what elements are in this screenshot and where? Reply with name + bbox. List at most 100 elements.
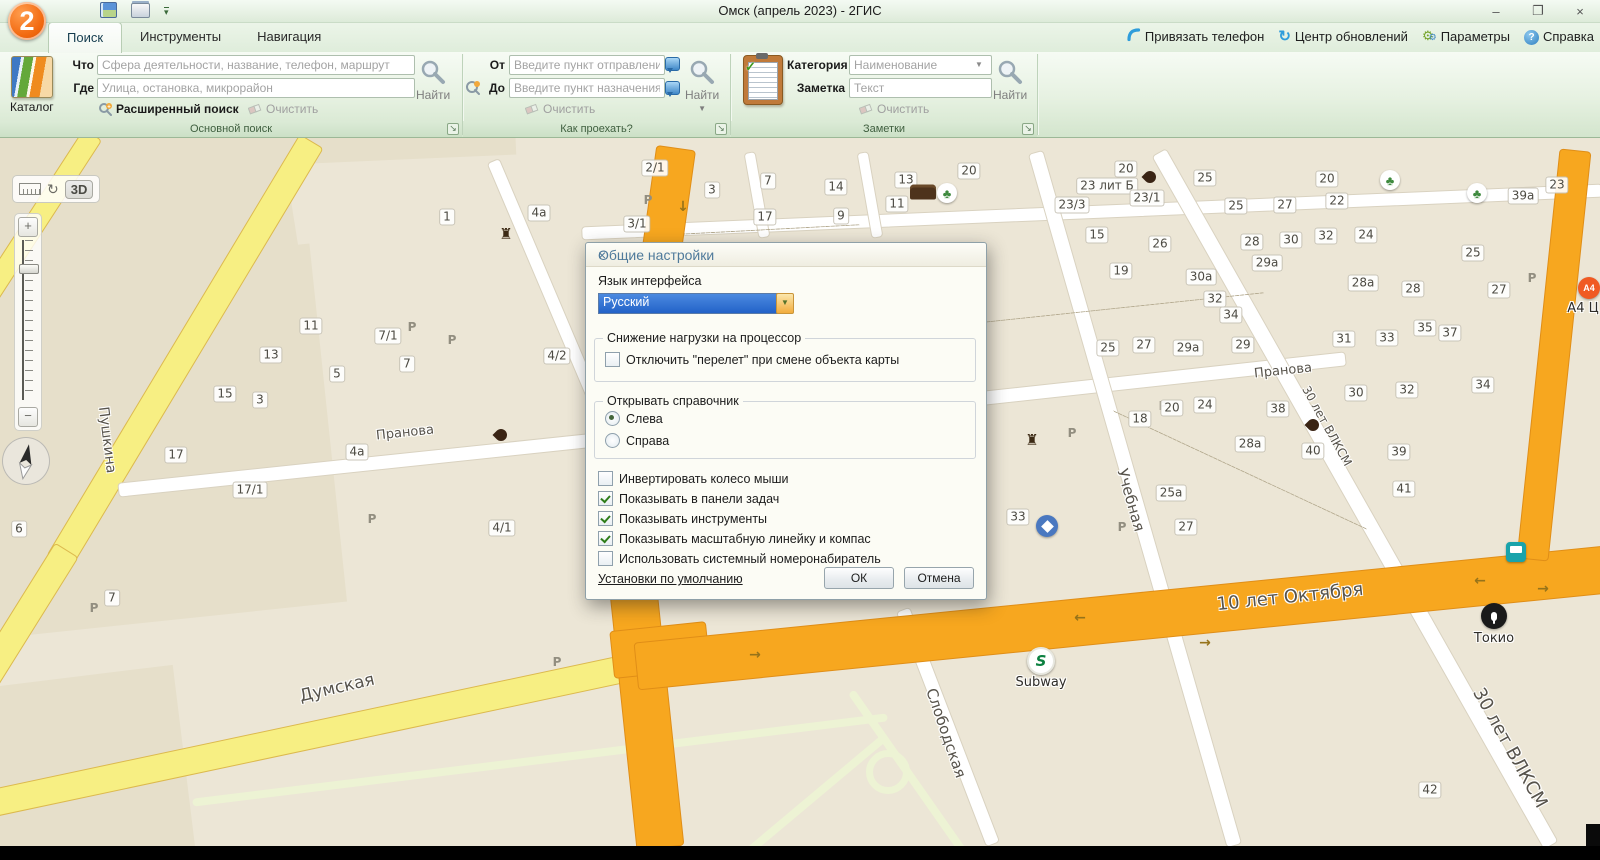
building-number: 32 — [1203, 290, 1227, 308]
category-combo[interactable] — [849, 55, 992, 75]
building-number: 4/1 — [488, 519, 516, 537]
to-input[interactable] — [509, 78, 665, 98]
language-dropdown-icon[interactable]: ▼ — [776, 293, 794, 314]
building-number: 17/1 — [232, 481, 268, 499]
dialog-checkbox[interactable]: Использовать системный номеронабиратель — [598, 551, 881, 566]
to-map-pin-icon[interactable] — [665, 81, 680, 97]
bus-stop-icon — [1506, 542, 1526, 562]
dialog-checkbox[interactable]: Показывать в панели задач — [598, 491, 779, 506]
cancel-button[interactable]: Отмена — [904, 567, 974, 589]
top-link-phone[interactable]: Привязать телефон — [1126, 27, 1264, 45]
find-dropdown-icon[interactable]: ▼ — [698, 104, 706, 113]
where-input[interactable] — [97, 78, 415, 98]
building-number: 9 — [833, 207, 849, 225]
find-button-route[interactable]: Найти ▼ — [685, 58, 719, 113]
find-button-notes[interactable]: Найти — [993, 58, 1027, 102]
zoom-out-button[interactable]: − — [18, 407, 38, 427]
disable-flyover-checkbox[interactable]: Отключить "перелет" при смене объекта ка… — [605, 352, 899, 367]
dialog-launcher-route[interactable]: ↘ — [715, 123, 727, 135]
top-link-refresh[interactable]: ↻ Центр обновлений — [1278, 29, 1408, 44]
radio-icon — [605, 433, 620, 448]
ruler-icon[interactable] — [19, 183, 41, 195]
building-number: 30 — [1279, 231, 1303, 249]
screen-edge — [0, 846, 1600, 860]
category-dropdown-icon[interactable]: ▼ — [975, 60, 983, 69]
tokio-poi-icon[interactable] — [1481, 603, 1507, 629]
note-input[interactable] — [849, 78, 992, 98]
dialog-checkbox[interactable]: Инвертировать колесо мыши — [598, 471, 788, 486]
group-notes: ✓ Категория ▼ Заметка Очистить Найти Зам… — [731, 52, 1037, 137]
lane-arrow-icon: → — [1199, 635, 1211, 651]
building-number: 37 — [1438, 324, 1462, 342]
monument-icon: ♜ — [1025, 432, 1039, 449]
defaults-link[interactable]: Установки по умолчанию — [598, 572, 743, 586]
open-left-radio[interactable]: Слева — [605, 411, 663, 426]
building-number: 20 — [957, 162, 981, 180]
building-number: 42 — [1418, 781, 1442, 799]
find-button-main[interactable]: Найти — [416, 58, 450, 102]
zoom-in-button[interactable]: + — [18, 217, 38, 237]
tab-Инструменты[interactable]: Инструменты — [122, 22, 239, 52]
eraser-icon — [525, 103, 539, 115]
dialog-launcher-main[interactable]: ↘ — [447, 123, 459, 135]
dialog-launcher-notes[interactable]: ↘ — [1022, 123, 1034, 135]
subway-poi-icon[interactable]: S — [1027, 647, 1055, 675]
clear-notes-button[interactable]: Очистить — [859, 102, 929, 116]
maximize-button[interactable]: ❐ — [1526, 3, 1550, 19]
building-number: 30 — [1344, 384, 1368, 402]
top-link-gears[interactable]: ⚙⚙ Параметры — [1422, 28, 1510, 44]
tab-Поиск[interactable]: Поиск — [48, 22, 123, 53]
building-number: 4/2 — [543, 347, 571, 365]
parking-label: P — [643, 193, 653, 207]
checkbox-icon — [605, 352, 620, 367]
group-label-route: Как проехать? — [463, 121, 730, 137]
tab-Навигация[interactable]: Навигация — [239, 22, 339, 52]
dialog-titlebar[interactable]: Общие настройки × — [586, 243, 986, 267]
catalog-button[interactable]: Каталог — [10, 56, 54, 114]
building-number: 7 — [104, 589, 120, 607]
open-right-radio[interactable]: Справа — [605, 433, 669, 448]
building-number: 20 — [1114, 160, 1138, 178]
titlebar: ▾ Омск (апрель 2023) - 2ГИС – ❐ × — [0, 0, 1600, 23]
directory-group: Открывать справочник Слева Справа — [594, 394, 976, 459]
language-select[interactable]: Русский ▼ — [598, 293, 794, 314]
building-number: 39а — [1507, 187, 1539, 205]
building-number: 29а — [1251, 254, 1283, 272]
compass-icon[interactable] — [2, 437, 50, 485]
street-label: Думская — [297, 669, 377, 707]
from-map-pin-icon[interactable] — [665, 57, 680, 73]
a4-poi-icon[interactable]: А4 — [1578, 277, 1600, 299]
zoom-handle[interactable] — [19, 264, 39, 274]
road-main — [1516, 148, 1592, 562]
dialog-close-icon[interactable]: × — [598, 247, 976, 263]
building-number: 20 — [1160, 399, 1184, 417]
advanced-search-button[interactable]: + Расширенный поиск — [98, 102, 239, 116]
building-number: 33 — [1375, 329, 1399, 347]
zoom-slider[interactable]: + − — [14, 213, 42, 431]
top-link-help[interactable]: ? Справка — [1524, 28, 1594, 45]
checkbox-icon — [598, 531, 613, 546]
route-magnifier-plus-icon[interactable] — [465, 80, 481, 96]
minimize-button[interactable]: – — [1484, 4, 1508, 19]
view-3d-button[interactable]: 3D — [64, 179, 94, 199]
building-number: 30а — [1185, 268, 1217, 286]
building-number: 26 — [1148, 235, 1172, 253]
tokio-poi-label: Токио — [1473, 631, 1515, 646]
from-label: От — [489, 58, 505, 72]
from-input[interactable] — [509, 55, 665, 75]
ok-button[interactable]: ОК — [824, 567, 894, 589]
building-number: 13 — [259, 346, 283, 364]
dialog-checkbox[interactable]: Показывать масштабную линейку и компас — [598, 531, 871, 546]
building-number: 22 — [1325, 192, 1349, 210]
what-input[interactable] — [97, 55, 415, 75]
rotate-map-icon[interactable]: ↻ — [47, 182, 59, 196]
monument-icon: ♜ — [499, 226, 513, 243]
app-logo-2gis[interactable]: 2 — [8, 2, 46, 40]
clear-search-button[interactable]: Очистить — [248, 102, 318, 116]
close-button[interactable]: × — [1568, 4, 1592, 19]
dialog-checkbox[interactable]: Показывать инструменты — [598, 511, 767, 526]
magnifier-icon — [998, 60, 1023, 84]
group-route: От До Очистить Найти ▼ Как проехать? ↘ — [463, 52, 730, 137]
building-number: 28а — [1347, 274, 1379, 292]
clear-route-button[interactable]: Очистить — [525, 102, 595, 116]
